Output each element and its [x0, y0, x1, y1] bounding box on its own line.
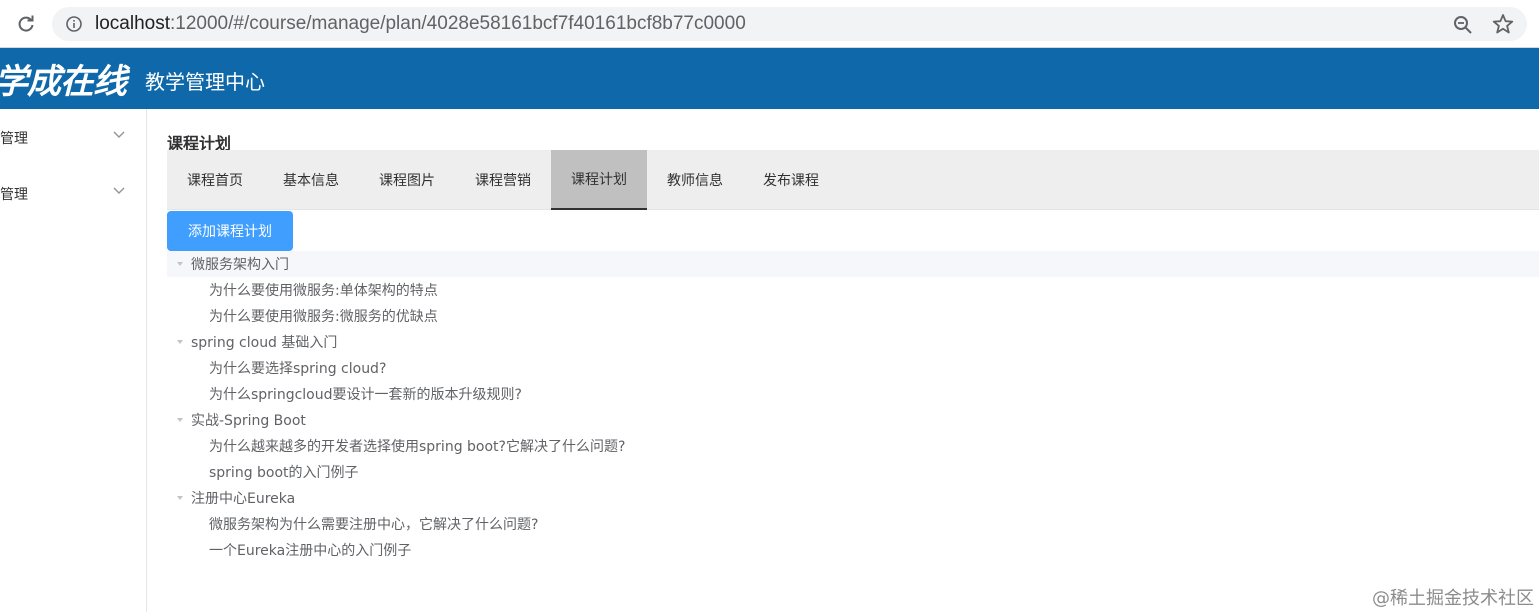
bookmark-star-icon[interactable] — [1492, 13, 1516, 37]
tree-node-chapter[interactable]: 实战-Spring Boot — [167, 407, 1539, 433]
tree-node-label: 一个Eureka注册中心的入门例子 — [209, 543, 412, 559]
caret-down-icon[interactable] — [177, 261, 183, 267]
browser-toolbar: localhost:12000/#/course/manage/plan/402… — [0, 0, 1539, 48]
sidebar-item-manage-2[interactable]: 管理 — [0, 165, 146, 221]
url-text[interactable]: localhost:12000/#/course/manage/plan/402… — [95, 13, 746, 35]
address-bar[interactable]: localhost:12000/#/course/manage/plan/402… — [52, 7, 1527, 41]
info-icon[interactable] — [66, 16, 82, 32]
tree-node-label: 为什么要使用微服务:微服务的优缺点 — [209, 309, 438, 325]
tree-node-lesson[interactable]: spring boot的入门例子 — [167, 459, 1539, 485]
tree-node-lesson[interactable]: 为什么要使用微服务:单体架构的特点 — [167, 277, 1539, 303]
chevron-down-icon — [113, 131, 125, 138]
tree-node-label: 微服务架构入门 — [191, 257, 289, 273]
tree-node-label: 实战-Spring Boot — [191, 413, 306, 429]
sidebar-item-label: 管理 — [0, 187, 28, 203]
tree-node-chapter[interactable]: 微服务架构入门 — [167, 251, 1539, 277]
tab-basic-info[interactable]: 基本信息 — [263, 150, 359, 210]
tab-course-plan[interactable]: 课程计划 — [551, 150, 647, 210]
url-path: :12000/#/course/manage/plan/4028e58161bc… — [170, 13, 746, 34]
tab-course-home[interactable]: 课程首页 — [167, 150, 263, 210]
reload-icon[interactable] — [14, 12, 38, 36]
tree-node-label: 为什么springcloud要设计一套新的版本升级规则? — [209, 387, 522, 403]
tree-node-label: spring boot的入门例子 — [209, 465, 359, 481]
tree-node-label: 为什么要使用微服务:单体架构的特点 — [209, 283, 438, 299]
tree-node-lesson[interactable]: 为什么要选择spring cloud? — [167, 355, 1539, 381]
caret-down-icon[interactable] — [177, 495, 183, 501]
tab-teacher-info[interactable]: 教师信息 — [647, 150, 743, 210]
watermark: @稀土掘金技术社区 — [1372, 588, 1534, 609]
url-host: localhost — [95, 13, 170, 34]
tab-publish-course[interactable]: 发布课程 — [743, 150, 839, 210]
tab-course-pictures[interactable]: 课程图片 — [359, 150, 455, 210]
sidebar-item-label: 管理 — [0, 131, 28, 147]
course-plan-tree: 微服务架构入门 为什么要使用微服务:单体架构的特点 为什么要使用微服务:微服务的… — [167, 251, 1539, 563]
tree-node-label: 为什么要选择spring cloud? — [209, 361, 387, 377]
tab-course-marketing[interactable]: 课程营销 — [455, 150, 551, 210]
tree-node-lesson[interactable]: 微服务架构为什么需要注册中心，它解决了什么问题? — [167, 511, 1539, 537]
course-tabs: 课程首页 基本信息 课程图片 课程营销 课程计划 教师信息 发布课程 — [167, 150, 1539, 210]
caret-down-icon[interactable] — [177, 339, 183, 345]
sidebar-item-manage-1[interactable]: 管理 — [0, 109, 146, 165]
tree-node-label: spring cloud 基础入门 — [191, 335, 338, 351]
tree-node-chapter[interactable]: 注册中心Eureka — [167, 485, 1539, 511]
caret-down-icon[interactable] — [177, 417, 183, 423]
zoom-icon[interactable] — [1452, 14, 1474, 36]
tree-node-lesson[interactable]: 为什么要使用微服务:微服务的优缺点 — [167, 303, 1539, 329]
tree-node-lesson[interactable]: 为什么springcloud要设计一套新的版本升级规则? — [167, 381, 1539, 407]
sidebar: 管理 管理 — [0, 109, 147, 612]
tree-node-label: 微服务架构为什么需要注册中心，它解决了什么问题? — [209, 517, 539, 533]
chevron-down-icon — [113, 187, 125, 194]
app-header: 学成在线 教学管理中心 — [0, 48, 1539, 109]
add-course-plan-button[interactable]: 添加课程计划 — [167, 211, 293, 251]
tree-node-chapter[interactable]: spring cloud 基础入门 — [167, 329, 1539, 355]
logo[interactable]: 学成在线 — [0, 54, 127, 103]
tree-node-label: 注册中心Eureka — [191, 491, 296, 507]
header-title: 教学管理中心 — [145, 70, 265, 94]
tree-node-label: 为什么越来越多的开发者选择使用spring boot?它解决了什么问题? — [209, 439, 626, 455]
tree-node-lesson[interactable]: 为什么越来越多的开发者选择使用spring boot?它解决了什么问题? — [167, 433, 1539, 459]
tree-node-lesson[interactable]: 一个Eureka注册中心的入门例子 — [167, 537, 1539, 563]
